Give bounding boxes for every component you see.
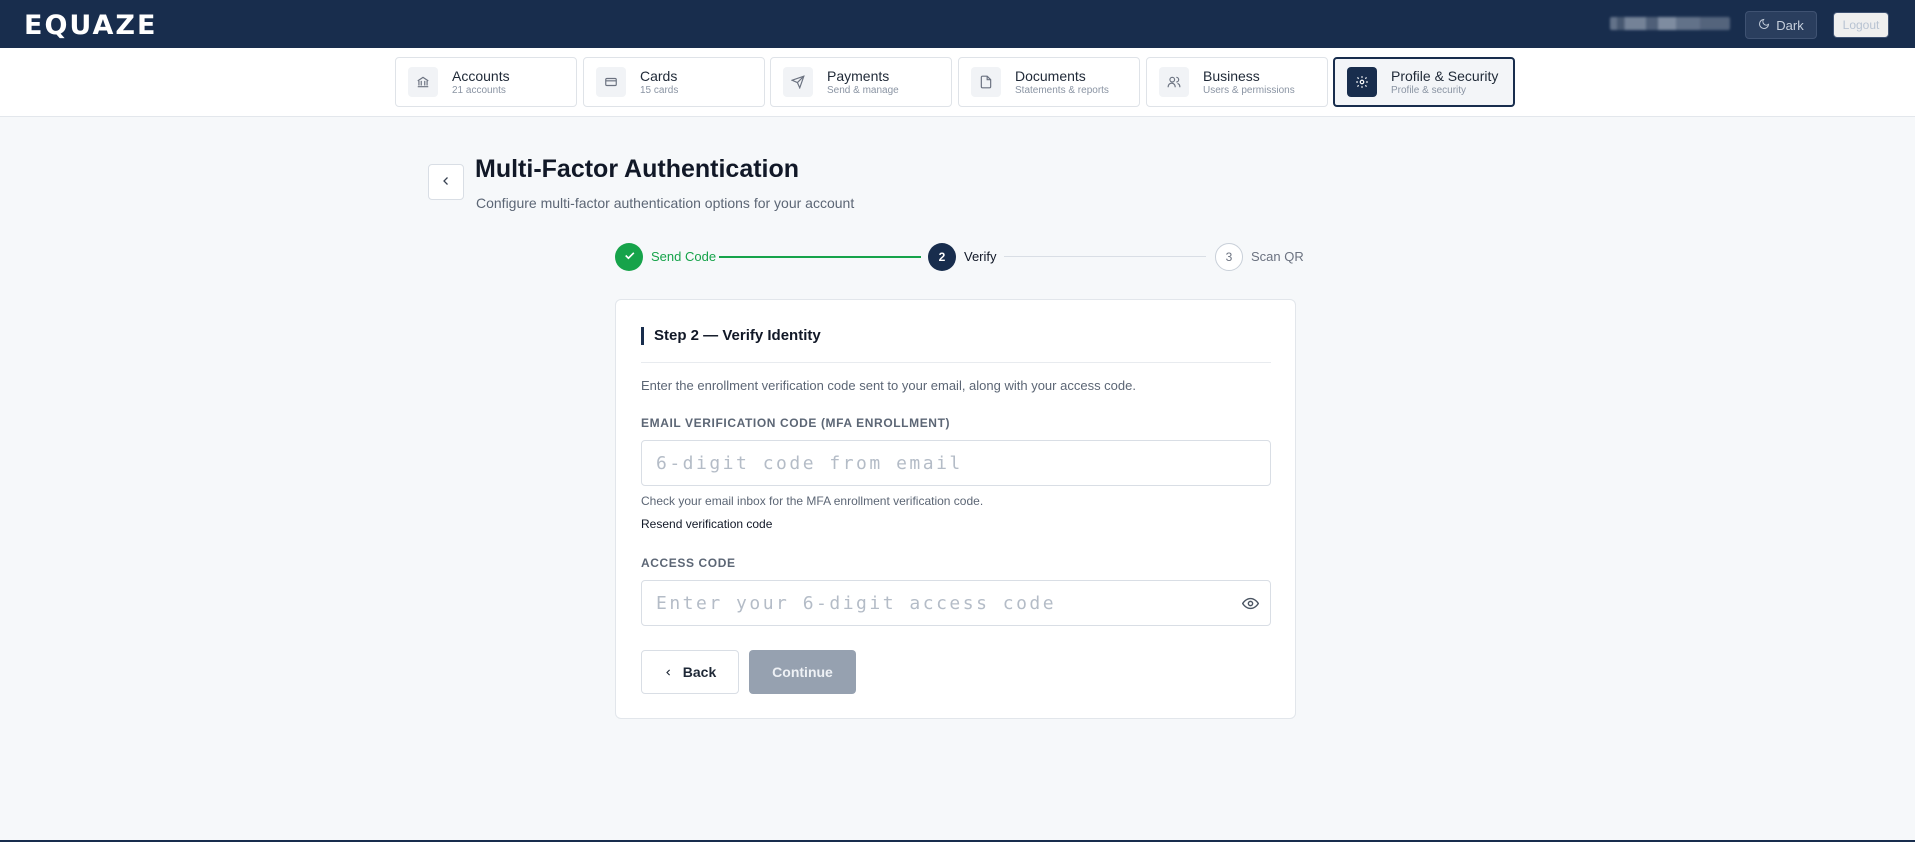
page-subtitle: Configure multi-factor authentication op… <box>476 195 855 211</box>
tab-sublabel: 21 accounts <box>452 84 506 96</box>
tab-sublabel: Users & permissions <box>1203 84 1295 96</box>
access-code-label: ACCESS CODE <box>641 556 736 570</box>
back-button[interactable]: Back <box>641 650 739 694</box>
logout-button[interactable]: Logout <box>1833 12 1889 38</box>
theme-toggle-label: Dark <box>1776 17 1804 33</box>
tab-label: Cards <box>640 67 678 84</box>
tab-label: Profile & Security <box>1391 67 1499 84</box>
tab-label: Accounts <box>452 67 510 84</box>
tab-profile-security[interactable]: Profile & Security Profile & security <box>1333 57 1515 107</box>
tab-sublabel: Send & manage <box>827 84 899 96</box>
tab-sublabel: 15 cards <box>640 84 679 96</box>
page-back-button[interactable] <box>428 164 464 200</box>
continue-button[interactable]: Continue <box>749 650 856 694</box>
tab-sublabel: Profile & security <box>1391 84 1467 96</box>
email-code-hint: Check your email inbox for the MFA enrol… <box>641 494 984 508</box>
step-1-circle <box>615 243 643 271</box>
send-icon <box>783 67 813 97</box>
step-3-label: Scan QR <box>1251 249 1304 264</box>
tab-label: Documents <box>1015 67 1086 84</box>
email-code-label: EMAIL VERIFICATION CODE (MFA ENROLLMENT) <box>641 416 951 430</box>
step-connector-2 <box>1004 256 1206 257</box>
app-logo[interactable]: EQUAZE <box>24 10 157 41</box>
back-button-label: Back <box>682 664 717 680</box>
step-2-circle: 2 <box>928 243 956 271</box>
card-description: Enter the enrollment verification code s… <box>641 378 1136 393</box>
gear-icon <box>1347 67 1377 97</box>
step-3-circle: 3 <box>1215 243 1243 271</box>
check-icon <box>623 249 636 265</box>
tab-label: Business <box>1203 67 1260 84</box>
divider <box>641 362 1271 363</box>
bank-icon <box>408 67 438 97</box>
top-bar: EQUAZE Dark Logout <box>0 0 1915 48</box>
tab-sublabel: Statements & reports <box>1015 84 1109 96</box>
tab-cards[interactable]: Cards 15 cards <box>583 57 765 107</box>
step-2-label: Verify <box>964 249 997 264</box>
tab-label: Payments <box>827 67 890 84</box>
step-1-label: Send Code <box>651 249 717 264</box>
email-verification-code-input[interactable] <box>641 440 1271 486</box>
main-nav: Accounts 21 accounts Cards 15 cards Paymen… <box>0 48 1915 117</box>
users-icon <box>1159 67 1189 97</box>
chevron-left-icon <box>440 175 452 190</box>
access-code-input[interactable] <box>641 580 1271 626</box>
show-password-icon[interactable] <box>1240 593 1260 613</box>
card-heading: Step 2 — Verify Identity <box>641 327 821 345</box>
verify-identity-card: Step 2 — Verify Identity Enter the enrol… <box>615 299 1296 719</box>
tab-documents[interactable]: Documents Statements & reports <box>958 57 1140 107</box>
moon-icon <box>1758 18 1770 33</box>
resend-code-link[interactable]: Resend verification code <box>641 517 772 531</box>
tab-payments[interactable]: Payments Send & manage <box>770 57 952 107</box>
page-title: Multi-Factor Authentication <box>475 155 800 183</box>
user-name-redacted <box>1610 17 1730 30</box>
credit-card-icon <box>596 67 626 97</box>
tab-business[interactable]: Business Users & permissions <box>1146 57 1328 107</box>
step-connector-1 <box>719 256 921 258</box>
document-icon <box>971 67 1001 97</box>
tab-accounts[interactable]: Accounts 21 accounts <box>395 57 577 107</box>
chevron-left-icon <box>664 664 673 680</box>
theme-toggle-button[interactable]: Dark <box>1745 11 1817 39</box>
